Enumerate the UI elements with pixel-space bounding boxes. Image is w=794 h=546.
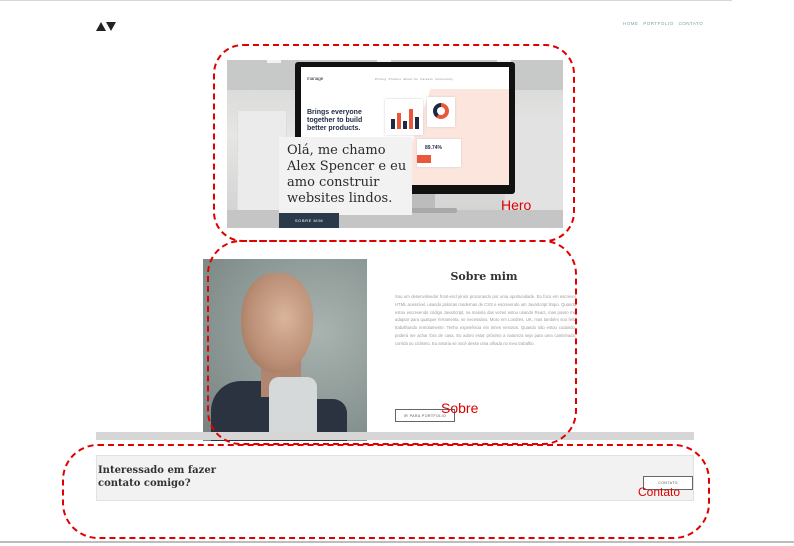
- hero-annotation-label: Hero: [501, 197, 532, 213]
- triangle-logo-icon[interactable]: [96, 21, 116, 31]
- about-annotation-label: Sobre: [441, 400, 479, 416]
- nav-home[interactable]: HOME: [623, 21, 639, 26]
- top-nav: HOME PORTFOLIO CONTATO: [620, 21, 703, 26]
- nav-contato[interactable]: CONTATO: [678, 21, 703, 26]
- bottom-border: [0, 541, 794, 543]
- about-annotation-box: [207, 240, 577, 445]
- contact-annotation-box: [62, 444, 710, 539]
- top-border: [0, 0, 732, 1]
- nav-portfolio[interactable]: PORTFOLIO: [643, 21, 673, 26]
- contact-annotation-label: Contato: [638, 485, 681, 499]
